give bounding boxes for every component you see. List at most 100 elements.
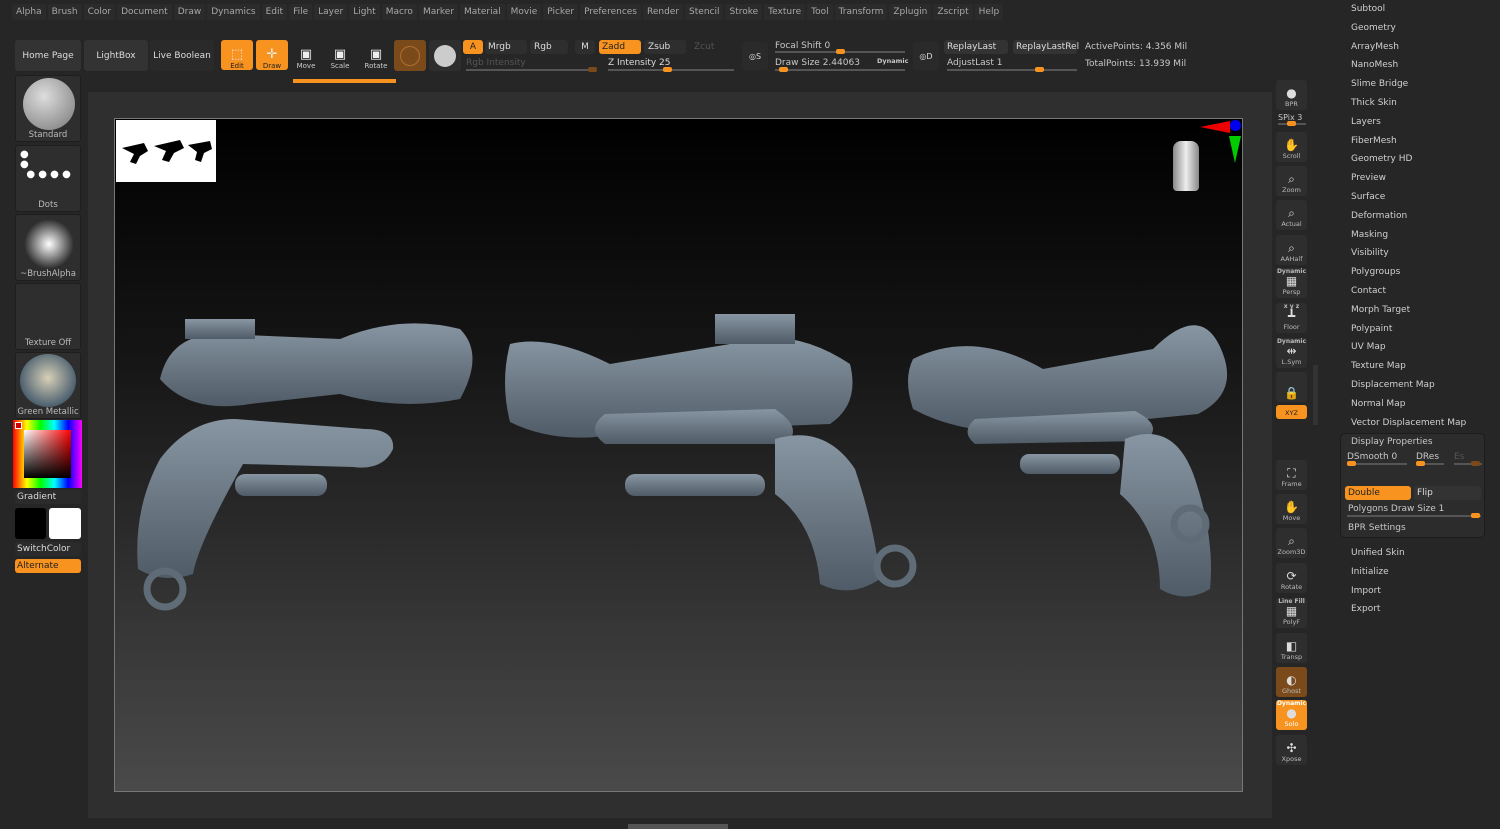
slider-knob[interactable] <box>1035 67 1044 72</box>
m-button[interactable]: M <box>575 40 595 54</box>
palette-layers[interactable]: Layers <box>1351 117 1381 127</box>
palette-geometry[interactable]: Geometry <box>1351 23 1396 33</box>
palette-vector-displacement-map[interactable]: Vector Displacement Map <box>1351 418 1466 428</box>
menu-dynamics[interactable]: Dynamics <box>207 4 260 20</box>
palette-export[interactable]: Export <box>1351 604 1380 614</box>
menu-layer[interactable]: Layer <box>314 4 348 20</box>
polygons-draw-size-slider[interactable] <box>1347 513 1481 518</box>
palette-geometry-hd[interactable]: Geometry HD <box>1351 154 1412 164</box>
live-boolean-button[interactable]: Live Boolean <box>150 40 214 71</box>
palette-displacement-map[interactable]: Displacement Map <box>1351 380 1435 390</box>
shelf-scroll-button[interactable]: ✋ Scroll <box>1276 132 1307 162</box>
replay-last-rel-button[interactable]: ReplayLastRel <box>1013 40 1079 54</box>
shelf-lsym-button[interactable]: Dynamic ⇹ L.Sym <box>1276 338 1307 368</box>
texture-selector[interactable]: Texture Off <box>15 283 81 350</box>
adjust-last-slider[interactable] <box>947 67 1077 72</box>
menu-texture[interactable]: Texture <box>764 4 806 20</box>
menu-zscript[interactable]: Zscript <box>933 4 973 20</box>
shelf-solo-button[interactable]: Dynamic ● Solo <box>1276 700 1307 730</box>
gradient-button[interactable]: Gradient <box>15 490 81 504</box>
move-button[interactable]: ▣ Move <box>290 40 322 71</box>
slider-knob[interactable] <box>1416 461 1425 466</box>
palette-polygroups[interactable]: Polygroups <box>1351 267 1400 277</box>
palette-initialize[interactable]: Initialize <box>1351 567 1389 577</box>
palette-fibermesh[interactable]: FiberMesh <box>1351 136 1397 146</box>
slider-knob[interactable] <box>588 67 597 72</box>
stroke-selector[interactable]: ● ● ● ● ● ● Dots <box>15 145 81 212</box>
display-properties-title[interactable]: Display Properties <box>1351 437 1433 447</box>
dres-slider[interactable] <box>1416 461 1444 466</box>
palette-texture-map[interactable]: Texture Map <box>1351 361 1406 371</box>
menu-zplugin[interactable]: Zplugin <box>889 4 932 20</box>
menu-document[interactable]: Document <box>117 4 172 20</box>
switch-color-button[interactable]: SwitchColor <box>15 542 81 556</box>
shelf-zoom-button[interactable]: ⌕ Zoom <box>1276 166 1307 196</box>
draw-button[interactable]: ✛ Draw <box>256 40 288 70</box>
dynamic-toggle[interactable]: Dynamic <box>877 57 909 65</box>
a-button[interactable]: A <box>463 40 483 54</box>
replay-last-button[interactable]: ReplayLast <box>944 40 1008 54</box>
shelf-scrollbar[interactable] <box>1313 365 1318 425</box>
shelf-camera-lock-button[interactable]: 🔒 <box>1276 372 1307 402</box>
slider-knob[interactable] <box>1471 513 1480 518</box>
rgb-intensity-slider[interactable] <box>466 67 597 72</box>
brush-selector[interactable]: Standard <box>15 75 81 142</box>
spix-slider[interactable] <box>1278 121 1306 126</box>
alpha-selector[interactable]: ~BrushAlpha <box>15 214 81 281</box>
menu-file[interactable]: File <box>289 4 313 20</box>
palette-thick-skin[interactable]: Thick Skin <box>1351 98 1397 108</box>
slider-knob[interactable] <box>1471 461 1480 466</box>
shelf-aahalf-button[interactable]: ⌕ AAHalf <box>1276 235 1307 265</box>
alternate-button[interactable]: Alternate <box>15 559 81 573</box>
palette-slime-bridge[interactable]: Slime Bridge <box>1351 79 1408 89</box>
menu-transform[interactable]: Transform <box>834 4 888 20</box>
palette-nanomesh[interactable]: NanoMesh <box>1351 60 1398 70</box>
slider-knob[interactable] <box>836 49 845 54</box>
draw-size-slider[interactable] <box>775 67 905 72</box>
shelf-polyf-button[interactable]: Line Fill ▦ PolyF <box>1276 598 1307 628</box>
zsub-button[interactable]: Zsub <box>644 40 686 54</box>
menu-alpha[interactable]: Alpha <box>12 4 46 20</box>
edit-button[interactable]: ⬚ Edit <box>221 40 253 70</box>
scale-button[interactable]: ▣ Scale <box>324 40 356 71</box>
menu-brush[interactable]: Brush <box>47 4 82 20</box>
palette-uv-map[interactable]: UV Map <box>1351 342 1386 352</box>
shelf-xpose-button[interactable]: ✣ Xpose <box>1276 735 1307 765</box>
palette-subtool[interactable]: Subtool <box>1351 4 1385 14</box>
mrgb-button[interactable]: Mrgb <box>485 40 527 54</box>
palette-arraymesh[interactable]: ArrayMesh <box>1351 42 1399 52</box>
z-intensity-slider[interactable] <box>608 67 734 72</box>
bpr-settings[interactable]: BPR Settings <box>1348 523 1406 533</box>
slider-knob[interactable] <box>1347 461 1356 466</box>
shelf-actual-button[interactable]: ⌕ Actual <box>1276 200 1307 230</box>
palette-deformation[interactable]: Deformation <box>1351 211 1407 221</box>
zadd-button[interactable]: Zadd <box>599 40 641 54</box>
palette-unified-skin[interactable]: Unified Skin <box>1351 548 1405 558</box>
focal-shift-slider[interactable] <box>775 49 905 54</box>
menu-draw[interactable]: Draw <box>173 4 206 20</box>
symmetry-button[interactable] <box>429 40 461 71</box>
shelf-frame-button[interactable]: ⛶ Frame <box>1276 460 1307 490</box>
palette-normal-map[interactable]: Normal Map <box>1351 399 1405 409</box>
palette-morph-target[interactable]: Morph Target <box>1351 305 1410 315</box>
double-button[interactable]: Double <box>1345 486 1411 500</box>
shelf-persp-button[interactable]: Dynamic ▦ Persp <box>1276 268 1307 298</box>
palette-import[interactable]: Import <box>1351 586 1381 596</box>
focal-s-button[interactable]: ◎ S <box>742 42 768 70</box>
menu-macro[interactable]: Macro <box>381 4 417 20</box>
color-picker[interactable] <box>13 420 82 488</box>
shelf-move-button[interactable]: ✋ Move <box>1276 494 1307 524</box>
lightbox-button[interactable]: LightBox <box>84 40 148 71</box>
focal-d-button[interactable]: ◎ D <box>913 42 939 70</box>
rgb-button[interactable]: Rgb <box>530 40 568 54</box>
menu-render[interactable]: Render <box>643 4 684 20</box>
shelf-xyz-button[interactable]: XYZ <box>1276 405 1307 419</box>
home-page-button[interactable]: Home Page <box>15 40 81 71</box>
primary-color[interactable] <box>49 508 81 539</box>
slider-knob[interactable] <box>1287 121 1296 126</box>
menu-tool[interactable]: Tool <box>807 4 833 20</box>
menu-help[interactable]: Help <box>974 4 1004 20</box>
shelf-bpr-button[interactable]: ● BPR <box>1276 80 1307 110</box>
shelf-transp-button[interactable]: ◧ Transp <box>1276 633 1307 663</box>
canvas-viewport[interactable] <box>114 118 1243 792</box>
